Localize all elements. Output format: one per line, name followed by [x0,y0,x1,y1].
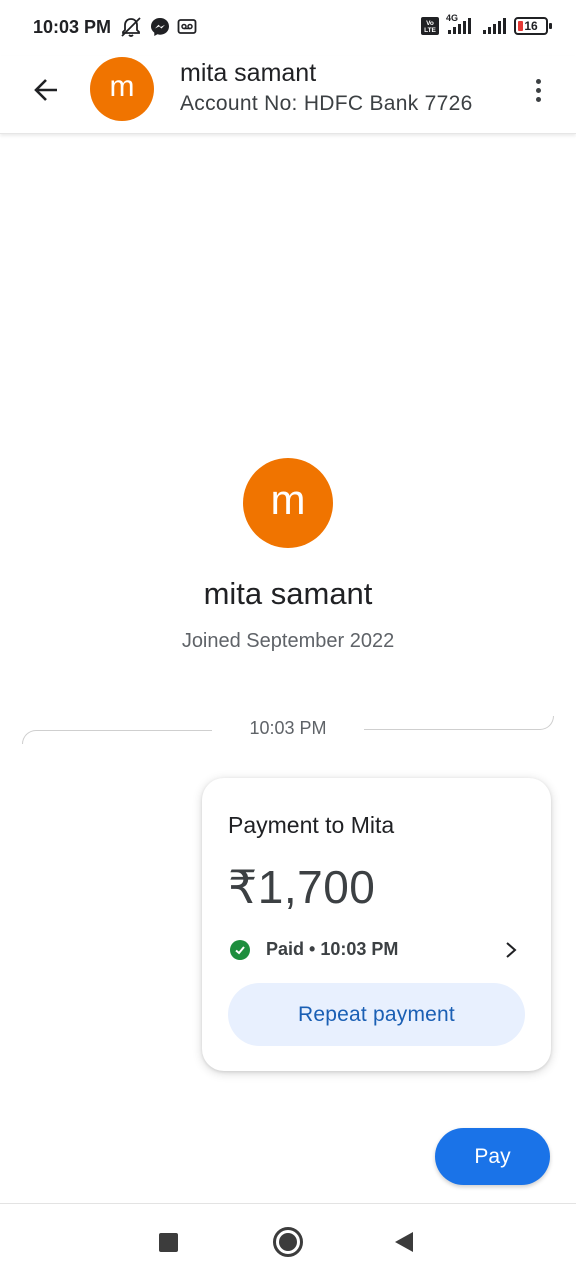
messenger-icon [151,18,169,36]
contact-name: mita samant [180,59,317,87]
more-dot-icon [535,78,541,84]
divider-line-right [364,716,554,730]
volte-icon: Vo LTE [421,17,439,35]
chevron-right-icon[interactable] [501,939,521,961]
home-icon[interactable] [273,1227,303,1257]
more-dot-icon [535,96,541,102]
home-dot [279,1233,297,1251]
battery-fill [518,21,523,31]
repeat-payment-button[interactable]: Repeat payment [228,983,525,1046]
status-bar: 10:03 PM Vo LTE 4G 16 [0,0,576,56]
signal-icon [448,18,471,34]
divider-line-left [22,730,212,744]
voicemail-icon [177,19,197,34]
battery-icon: 16 [514,17,552,35]
profile-avatar: m [243,458,333,548]
lte-label: LTE [424,27,436,34]
system-nav-bar [0,1203,576,1280]
avatar[interactable]: m [90,57,154,121]
status-time: 10:03 PM [33,17,112,37]
arrow-back-icon [34,79,57,101]
message-timestamp: 10:03 PM [249,718,327,738]
profile-name: mita samant [203,576,373,611]
battery-level: 16 [524,19,538,33]
app-bar: m mita samant Account No: HDFC Bank 7726 [0,56,576,134]
payment-title: Payment to Mita [228,812,395,838]
more-dot-icon [535,87,541,93]
pay-button[interactable]: Pay [435,1128,550,1185]
payment-status: Paid • 10:03 PM [266,939,399,959]
mute-icon [121,17,141,37]
payment-amount: ₹1,700 [228,861,376,913]
signal-icon [483,18,506,34]
recents-icon[interactable] [159,1233,178,1252]
chevron-right-glyph [506,942,517,958]
payment-card[interactable]: Payment to Mita ₹1,700 Paid • 10:03 PM R… [202,778,551,1071]
volte-label: Vo [426,20,434,27]
status-indicators: Vo LTE 4G 16 [420,13,552,37]
account-number: Account No: HDFC Bank 7726 [180,92,473,115]
check-circle-icon [230,940,250,960]
joined-date: Joined September 2022 [181,630,395,652]
check-icon [235,946,245,955]
nav-back-icon[interactable] [395,1232,413,1252]
back-button[interactable] [26,70,66,110]
signal-4g-indicator: 4G [446,13,476,37]
more-options-button[interactable] [522,70,554,110]
